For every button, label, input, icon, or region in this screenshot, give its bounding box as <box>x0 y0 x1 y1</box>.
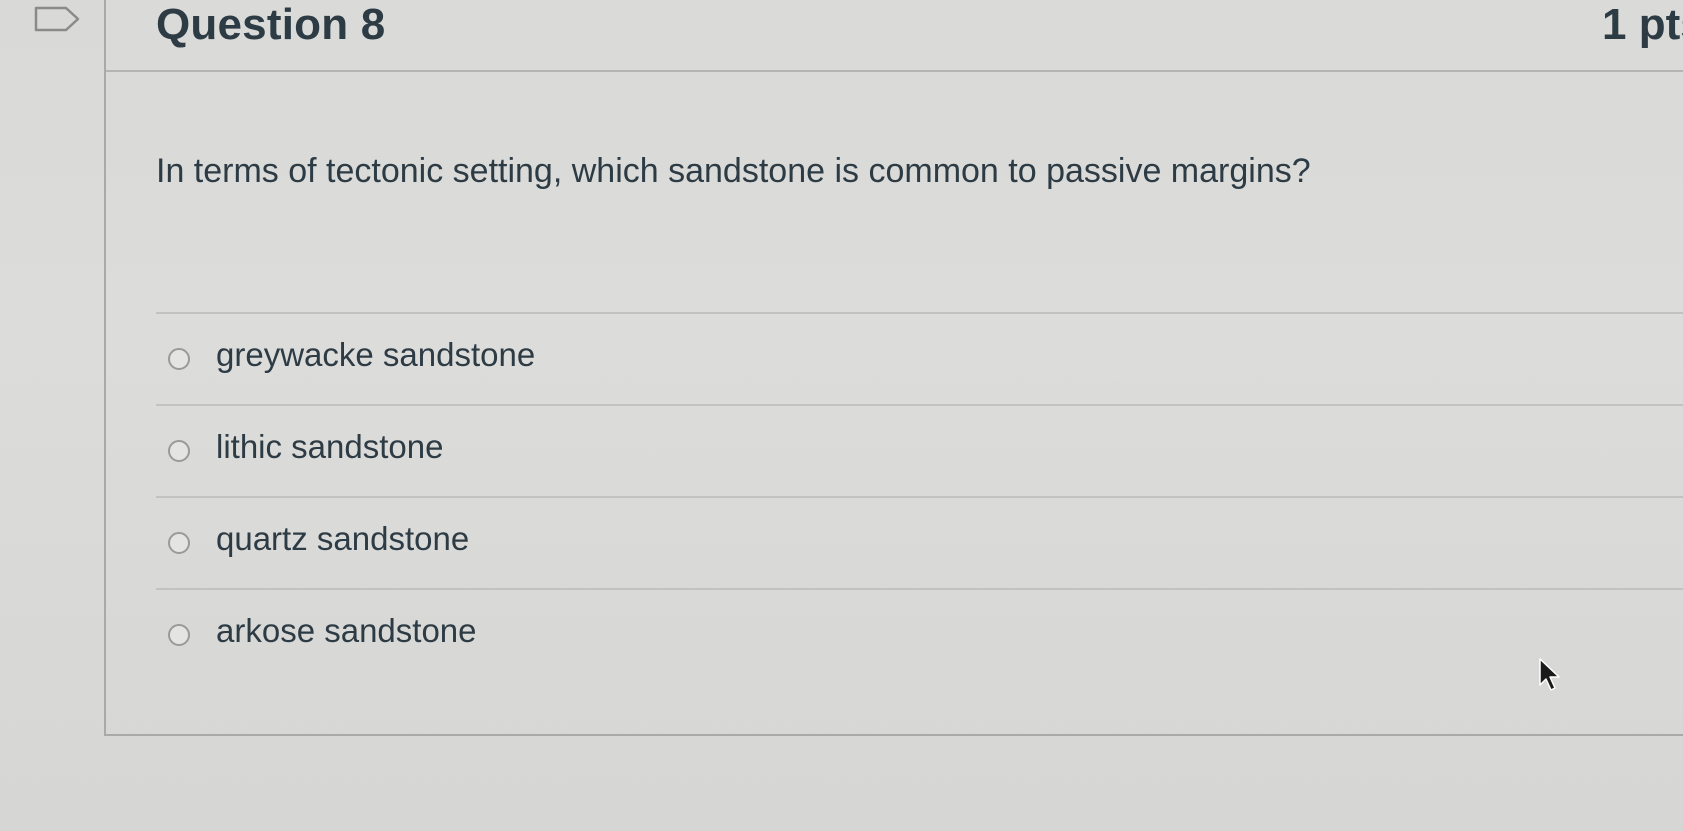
question-text: In terms of tectonic setting, which sand… <box>156 152 1311 190</box>
answer-label[interactable]: arkose sandstone <box>216 612 477 650</box>
question-card: Question 8 1 pts In terms of tectonic se… <box>104 0 1683 736</box>
answer-option-lithic[interactable]: lithic sandstone <box>156 406 1683 498</box>
answer-label[interactable]: lithic sandstone <box>216 428 443 466</box>
answer-option-arkose[interactable]: arkose sandstone <box>156 590 1683 682</box>
question-title: Question 8 <box>156 0 386 49</box>
radio-button[interactable] <box>168 440 190 462</box>
answer-label[interactable]: quartz sandstone <box>216 520 469 558</box>
flag-question-icon[interactable] <box>34 6 80 32</box>
answer-option-greywacke[interactable]: greywacke sandstone <box>156 314 1683 406</box>
mouse-pointer-icon <box>1539 658 1560 691</box>
question-points: 1 pts <box>1602 0 1683 49</box>
answer-label[interactable]: greywacke sandstone <box>216 336 535 374</box>
answer-option-quartz[interactable]: quartz sandstone <box>156 498 1683 590</box>
radio-button[interactable] <box>168 532 190 554</box>
radio-button[interactable] <box>168 624 190 646</box>
radio-button[interactable] <box>168 348 190 370</box>
question-header: Question 8 1 pts <box>106 0 1683 72</box>
answer-list: greywacke sandstone lithic sandstone qua… <box>156 312 1683 682</box>
